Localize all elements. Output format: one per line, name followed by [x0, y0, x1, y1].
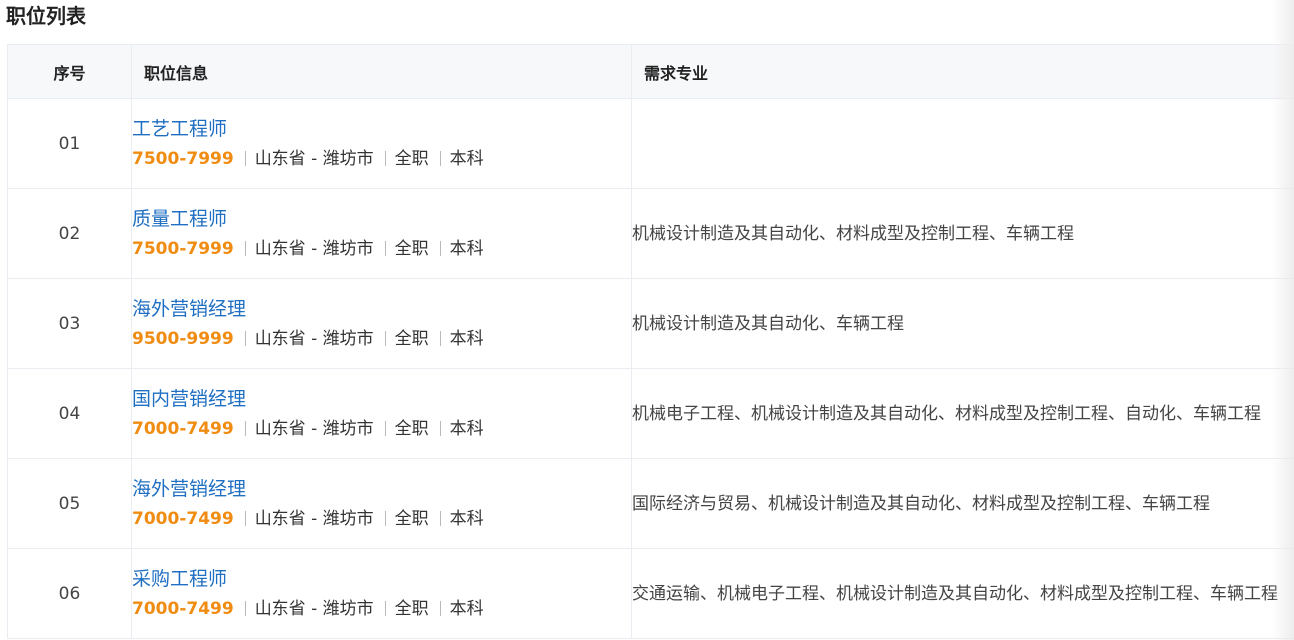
- job-table: 序号 职位信息 需求专业 01 工艺工程师 7500-7999 山东省 - 潍坊市…: [7, 44, 1294, 639]
- divider: [244, 420, 246, 436]
- table-header-row: 序号 职位信息 需求专业: [7, 44, 1294, 99]
- job-info-cell: 工艺工程师 7500-7999 山东省 - 潍坊市 全职 本科: [131, 98, 632, 189]
- divider: [439, 600, 441, 616]
- divider: [384, 420, 386, 436]
- salary: 7000-7499: [132, 598, 234, 619]
- location: 山东省 - 潍坊市: [254, 328, 374, 349]
- divider: [384, 600, 386, 616]
- location: 山东省 - 潍坊市: [254, 418, 374, 439]
- job-type: 全职: [394, 328, 429, 349]
- job-info-cell: 质量工程师 7500-7999 山东省 - 潍坊市 全职 本科: [131, 188, 632, 279]
- job-title-link[interactable]: 国内营销经理: [132, 386, 631, 412]
- job-meta: 7000-7499 山东省 - 潍坊市 全职 本科: [132, 598, 631, 620]
- table-row: 04 国内营销经理 7000-7499 山东省 - 潍坊市 全职 本科 机械电子工程、…: [7, 368, 1294, 459]
- required-major: 机械设计制造及其自动化、车辆工程: [631, 278, 1294, 369]
- required-major: 国际经济与贸易、机械设计制造及其自动化、材料成型及控制工程、车辆工程: [631, 458, 1294, 549]
- header-no: 序号: [7, 44, 132, 99]
- job-title-link[interactable]: 海外营销经理: [132, 476, 631, 502]
- row-number: 02: [7, 188, 132, 279]
- salary: 7500-7999: [132, 238, 234, 259]
- job-title-link[interactable]: 采购工程师: [132, 566, 631, 592]
- job-list-page: 职位列表 序号 职位信息 需求专业 01 工艺工程师 7500-7999 山东省 …: [0, 0, 1294, 640]
- job-info-cell: 海外营销经理 9500-9999 山东省 - 潍坊市 全职 本科: [131, 278, 632, 369]
- row-number: 05: [7, 458, 132, 549]
- job-type: 全职: [394, 148, 429, 169]
- job-type: 全职: [394, 418, 429, 439]
- required-major: 机械设计制造及其自动化、材料成型及控制工程、车辆工程: [631, 188, 1294, 279]
- divider: [439, 510, 441, 526]
- job-info-cell: 海外营销经理 7000-7499 山东省 - 潍坊市 全职 本科: [131, 458, 632, 549]
- job-meta: 7500-7999 山东省 - 潍坊市 全职 本科: [132, 238, 631, 260]
- required-major: 机械电子工程、机械设计制造及其自动化、材料成型及控制工程、自动化、车辆工程: [631, 368, 1294, 459]
- job-info-cell: 国内营销经理 7000-7499 山东省 - 潍坊市 全职 本科: [131, 368, 632, 459]
- location: 山东省 - 潍坊市: [254, 148, 374, 169]
- job-meta: 7000-7499 山东省 - 潍坊市 全职 本科: [132, 508, 631, 530]
- required-major: 交通运输、机械电子工程、机械设计制造及其自动化、材料成型及控制工程、车辆工程: [631, 548, 1294, 639]
- job-title-link[interactable]: 工艺工程师: [132, 116, 631, 142]
- education: 本科: [449, 418, 484, 439]
- table-row: 03 海外营销经理 9500-9999 山东省 - 潍坊市 全职 本科 机械设计制造及…: [7, 278, 1294, 369]
- divider: [384, 510, 386, 526]
- job-type: 全职: [394, 238, 429, 259]
- divider: [384, 150, 386, 166]
- salary: 7000-7499: [132, 508, 234, 529]
- divider: [439, 150, 441, 166]
- education: 本科: [449, 148, 484, 169]
- job-meta: 9500-9999 山东省 - 潍坊市 全职 本科: [132, 328, 631, 350]
- education: 本科: [449, 238, 484, 259]
- divider: [244, 150, 246, 166]
- page-title: 职位列表: [6, 4, 86, 28]
- divider: [244, 600, 246, 616]
- job-title-link[interactable]: 海外营销经理: [132, 296, 631, 322]
- job-meta: 7000-7499 山东省 - 潍坊市 全职 本科: [132, 418, 631, 440]
- divider: [439, 420, 441, 436]
- table-row: 02 质量工程师 7500-7999 山东省 - 潍坊市 全职 本科 机械设计制造及其…: [7, 188, 1294, 279]
- divider: [244, 510, 246, 526]
- required-major: [631, 98, 1294, 189]
- divider: [244, 330, 246, 346]
- education: 本科: [449, 328, 484, 349]
- row-number: 04: [7, 368, 132, 459]
- divider: [384, 330, 386, 346]
- divider: [384, 240, 386, 256]
- table-row: 05 海外营销经理 7000-7499 山东省 - 潍坊市 全职 本科 国际经济与贸易…: [7, 458, 1294, 549]
- header-major: 需求专业: [631, 44, 1294, 99]
- job-meta: 7500-7999 山东省 - 潍坊市 全职 本科: [132, 148, 631, 170]
- divider: [244, 240, 246, 256]
- location: 山东省 - 潍坊市: [254, 238, 374, 259]
- header-info: 职位信息: [131, 44, 632, 99]
- divider: [439, 330, 441, 346]
- divider: [439, 240, 441, 256]
- education: 本科: [449, 508, 484, 529]
- table-row: 01 工艺工程师 7500-7999 山东省 - 潍坊市 全职 本科: [7, 98, 1294, 189]
- location: 山东省 - 潍坊市: [254, 508, 374, 529]
- salary: 7000-7499: [132, 418, 234, 439]
- row-number: 06: [7, 548, 132, 639]
- education: 本科: [449, 598, 484, 619]
- job-title-link[interactable]: 质量工程师: [132, 206, 631, 232]
- job-type: 全职: [394, 508, 429, 529]
- job-type: 全职: [394, 598, 429, 619]
- salary: 7500-7999: [132, 148, 234, 169]
- row-number: 03: [7, 278, 132, 369]
- salary: 9500-9999: [132, 328, 234, 349]
- table-row: 06 采购工程师 7000-7499 山东省 - 潍坊市 全职 本科 交通运输、机械电…: [7, 548, 1294, 639]
- job-info-cell: 采购工程师 7000-7499 山东省 - 潍坊市 全职 本科: [131, 548, 632, 639]
- row-number: 01: [7, 98, 132, 189]
- location: 山东省 - 潍坊市: [254, 598, 374, 619]
